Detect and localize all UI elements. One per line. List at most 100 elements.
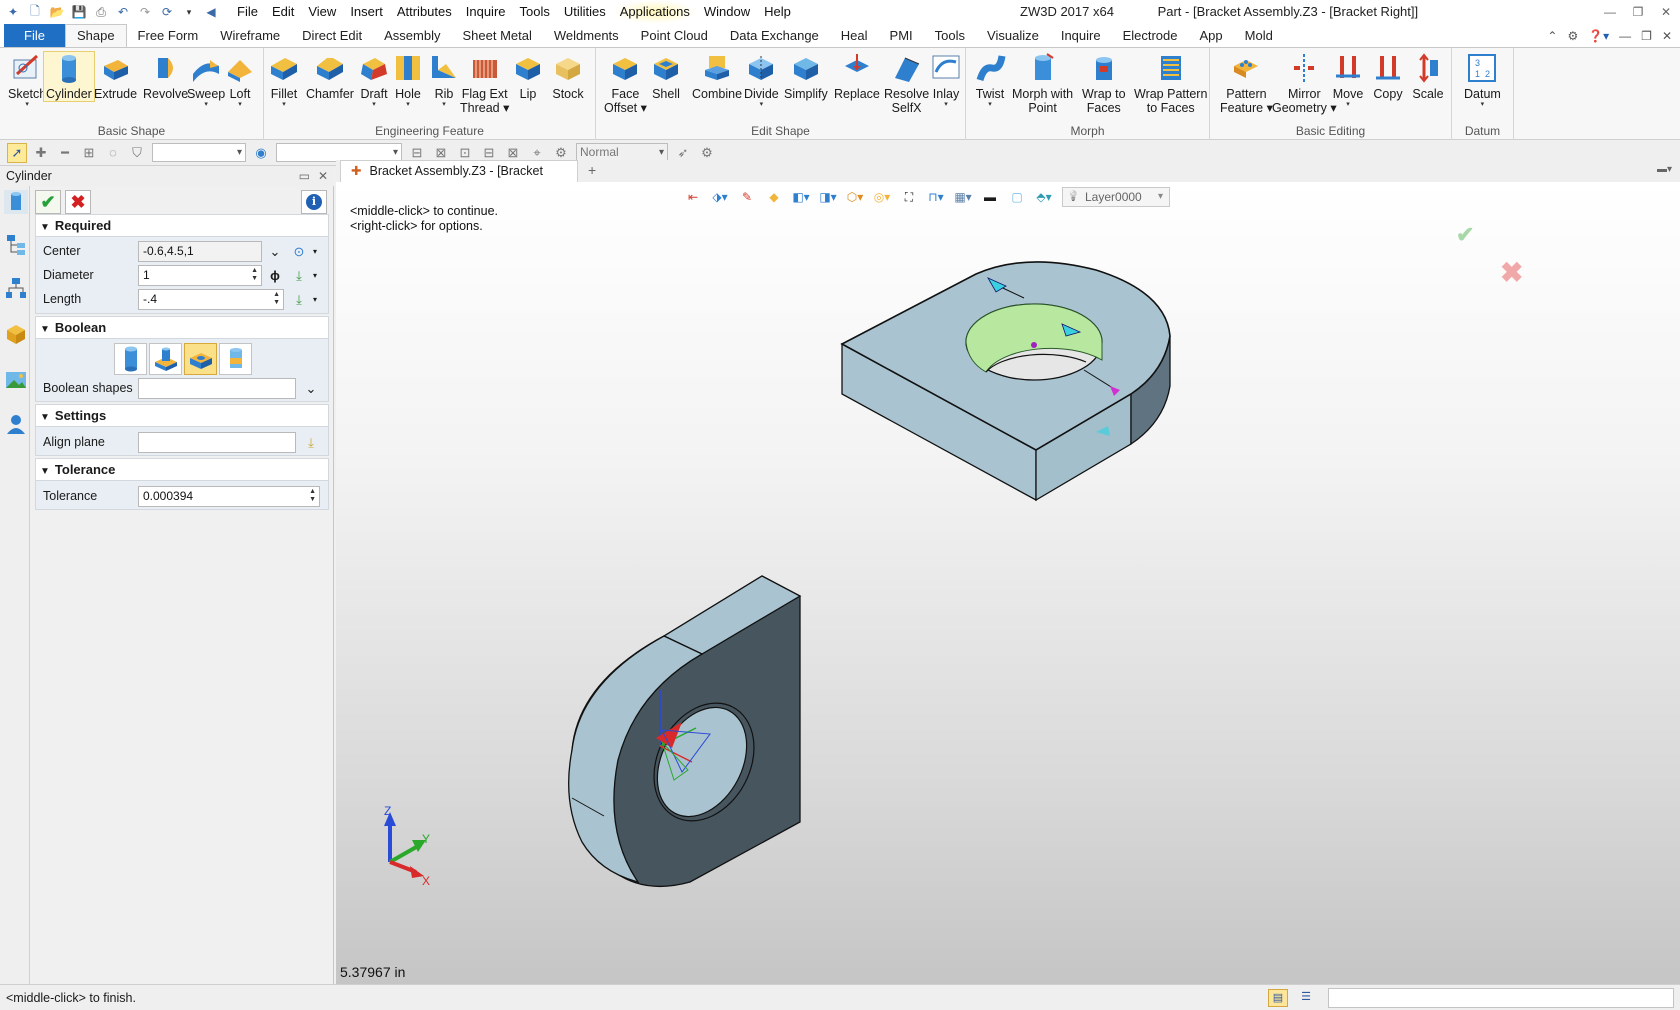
extrude-button[interactable]: Extrude [94,52,137,101]
snap-icon-2[interactable]: ⊠ [432,144,450,162]
doc-restore-icon[interactable]: ❐ [1641,29,1652,43]
filter-combo[interactable] [152,143,246,162]
expand-chevron-icon[interactable]: ⌄ [302,380,320,398]
undo-icon[interactable]: ↶ [114,3,132,21]
menu-window[interactable]: Window [697,0,757,24]
menu-tools[interactable]: Tools [513,0,557,24]
settings-icon[interactable]: ⚙ [1567,29,1578,43]
replace-button[interactable]: Replace [834,52,880,101]
tab-assembly[interactable]: Assembly [373,24,451,47]
status-list-icon[interactable]: ☰ [1296,989,1316,1007]
help-icon[interactable]: ❓▾ [1588,29,1609,43]
info-button[interactable]: i [301,190,327,214]
collapse-arrow-icon[interactable]: ◀ [202,3,220,21]
ok-button[interactable]: ✔ [35,190,61,214]
open-folder-icon[interactable]: 📂 [48,3,66,21]
redo-icon[interactable]: ↷ [136,3,154,21]
section-settings-header[interactable]: ▼ Settings [36,405,328,427]
diameter-field[interactable]: 1 ▲ ▼ [138,265,262,286]
resolve-selfx-button[interactable]: Resolve SelfX [884,52,929,115]
menu-view[interactable]: View [301,0,343,24]
tab-list-icon[interactable]: ▬▾ [1657,164,1672,175]
snap-icon-1[interactable]: ⊟ [408,144,426,162]
tab-file[interactable]: File [4,24,65,47]
measure-dropdown-icon[interactable]: ▾ [306,267,324,285]
cylinder-button[interactable]: Cylinder [43,51,95,102]
datum-button[interactable]: 312 Datum ▾ [1464,52,1501,109]
status-toggle-icon[interactable]: ▤ [1268,989,1288,1007]
shading-icon[interactable]: ◉ [252,144,270,162]
boolean-base-button[interactable] [114,343,147,375]
app-logo-icon[interactable]: ✦ [4,3,22,21]
face-offset-button[interactable]: Face Offset ▾ [604,52,647,115]
section-tolerance-header[interactable]: ▼ Tolerance [36,459,328,481]
chamfer-button[interactable]: Chamfer [306,52,354,101]
scale-button[interactable]: Scale [1412,52,1444,101]
model-geometry[interactable] [336,182,1680,984]
snap-icon-5[interactable]: ⊠ [504,144,522,162]
tab-point-cloud[interactable]: Point Cloud [630,24,719,47]
history-tree-icon[interactable] [4,232,28,256]
repeat-icon[interactable]: ⟳ [158,3,176,21]
close-icon[interactable]: ✕ [1652,0,1680,24]
tab-mold[interactable]: Mold [1234,24,1284,47]
tolerance-field[interactable]: 0.000394 ▲ ▼ [138,486,320,507]
wrap-to-faces-button[interactable]: Wrap to Faces [1082,52,1126,115]
twist-button[interactable]: Twist ▾ [974,52,1006,109]
tab-tools[interactable]: Tools [924,24,976,47]
new-tab-icon[interactable]: + [588,162,596,178]
tab-heal[interactable]: Heal [830,24,879,47]
tab-data-exchange[interactable]: Data Exchange [719,24,830,47]
select-mode-icon[interactable]: ⊞ [80,144,98,162]
pick-filter-icon[interactable]: ➚ [7,142,27,163]
pattern-feature-button[interactable]: Pattern Feature ▾ [1220,52,1273,115]
menu-inquire[interactable]: Inquire [459,0,513,24]
menu-help[interactable]: Help [757,0,798,24]
add-pick-icon[interactable]: ✚ [32,144,50,162]
remove-pick-icon[interactable]: ━ [56,144,74,162]
menu-file[interactable]: File [230,0,265,24]
pointer-icon[interactable]: ➶ [674,144,692,162]
revolve-button[interactable]: Revolve [143,52,188,101]
tab-electrode[interactable]: Electrode [1112,24,1189,47]
tab-visualize[interactable]: Visualize [976,24,1050,47]
simplify-button[interactable]: Simplify [784,52,828,101]
tab-wireframe[interactable]: Wireframe [209,24,291,47]
copy-button[interactable]: Copy [1372,52,1404,101]
section-required-header[interactable]: ▼ Required [36,215,328,237]
hole-button[interactable]: Hole ▾ [392,52,424,109]
loft-button[interactable]: Loft ▾ [224,52,256,109]
restore-icon[interactable]: ❐ [1624,0,1652,24]
snap-icon-4[interactable]: ⊟ [480,144,498,162]
visual-manager-icon[interactable] [4,368,28,392]
pin-icon[interactable]: ▭ [299,169,310,183]
doc-close-icon[interactable]: ✕ [1662,29,1672,43]
pick-plane-icon[interactable]: ⤓ [302,434,320,452]
fillet-button[interactable]: Fillet ▾ [268,52,300,109]
boolean-intersect-button[interactable] [219,343,252,375]
tab-free-form[interactable]: Free Form [127,24,210,47]
doc-minimize-icon[interactable]: — [1619,29,1631,43]
status-input-field[interactable] [1328,988,1674,1008]
point-options-dropdown-icon[interactable]: ▾ [306,243,324,261]
snap-icon-3[interactable]: ⊡ [456,144,474,162]
boolean-add-button[interactable] [149,343,182,375]
draft-button[interactable]: Draft ▾ [358,52,390,109]
align-plane-field[interactable] [138,432,296,453]
part-manager-icon[interactable] [4,322,28,346]
flag-ext-thread-button[interactable]: Flag Ext Thread ▾ [460,52,509,115]
expand-chevron-icon[interactable]: ⌄ [266,243,284,261]
save-icon[interactable]: 💾 [70,3,88,21]
lasso-icon[interactable]: ◌ [104,144,122,162]
center-field[interactable]: -0.6,4.5,1 [138,241,262,262]
sweep-button[interactable]: Sweep ▾ [187,52,225,109]
combine-button[interactable]: Combine [692,52,742,101]
tab-app[interactable]: App [1189,24,1234,47]
print-icon[interactable]: ⎙ [92,3,110,21]
diameter-symbol-icon[interactable]: ϕ [266,267,284,285]
gear-icon[interactable]: ⚙ [698,144,716,162]
assembly-tree-icon[interactable] [4,276,28,300]
mirror-geometry-button[interactable]: Mirror Geometry ▾ [1272,52,1337,115]
filter-icon[interactable]: ⛉ [128,144,146,162]
length-field[interactable]: -.4 ▲ ▼ [138,289,284,310]
